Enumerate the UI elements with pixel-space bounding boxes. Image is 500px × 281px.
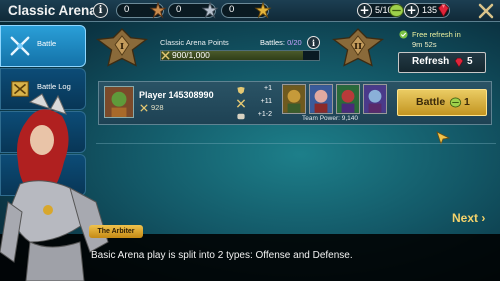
swords-icon	[161, 51, 170, 60]
swords-icon	[236, 99, 246, 108]
current-tier-label: I	[120, 42, 124, 52]
points-value: 900/1,000	[172, 50, 210, 60]
tutorial-text: Basic Arena play is split into 2 types: …	[91, 250, 353, 261]
stat-row-attack: +11	[234, 98, 274, 109]
gem-icon	[437, 4, 450, 18]
refresh-button[interactable]: Refresh 5	[398, 52, 486, 73]
shield-icon	[237, 86, 245, 95]
next-tier-badge: II	[332, 28, 384, 67]
hero-portrait-2[interactable]	[309, 84, 333, 114]
add-energy-button[interactable]: +	[404, 3, 419, 18]
bronze-token-counter: 0	[116, 1, 167, 19]
hero-portrait-4[interactable]	[363, 84, 387, 114]
energy-counter: + 135	[404, 3, 450, 18]
stat-row-defense: +1	[234, 85, 274, 96]
team-power: Team Power: 9,140	[302, 115, 359, 122]
refresh-cost: 5	[467, 56, 473, 67]
points-label: Classic Arena Points	[160, 38, 229, 47]
power-icon	[140, 104, 148, 112]
battle-cost: 1	[464, 96, 470, 108]
gold-medal-icon	[254, 1, 272, 19]
divider	[96, 143, 496, 144]
hero-portrait-3[interactable]	[336, 84, 360, 114]
speaker-label: The Arbiter	[89, 225, 143, 238]
arena-tokens-counter: + 5/10	[357, 3, 404, 18]
gold-token-counter: 0	[221, 1, 272, 19]
stat-row-scroll: +1-2	[234, 111, 274, 122]
current-tier-badge: I	[96, 28, 148, 67]
next-tier-label: II	[354, 42, 362, 52]
add-arena-tokens-button[interactable]: +	[357, 3, 372, 18]
battle-button-label: Battle	[416, 96, 446, 108]
battles-counter: Battles: 0/20	[260, 38, 302, 47]
hero-portrait-1[interactable]	[282, 84, 306, 114]
info-button[interactable]: i	[93, 3, 108, 18]
refresh-check-icon	[399, 30, 408, 39]
bronze-medal-icon	[149, 1, 167, 19]
battle-button[interactable]: Battle 1	[397, 89, 487, 116]
battles-info-button[interactable]: i	[307, 36, 320, 49]
refresh-timer: Free refresh in 9m 52s	[412, 30, 461, 50]
silver-token-counter: 0	[168, 1, 219, 19]
arena-token-icon	[449, 97, 462, 108]
battles-label: Battles:	[260, 38, 286, 47]
gem-icon	[454, 57, 464, 68]
bronze-token-value: 0	[124, 4, 130, 15]
silver-token-value: 0	[176, 4, 182, 15]
stat-scroll-value: +1-2	[257, 111, 272, 118]
crossed-swords-icon	[10, 36, 30, 56]
next-button[interactable]: Next ›	[452, 211, 485, 225]
scroll-icon	[237, 113, 245, 120]
stat-attack-value: +11	[260, 98, 272, 105]
opponent-power: 928	[151, 103, 164, 112]
tab-battle-log-label: Battle Log	[37, 82, 71, 91]
refresh-note-line1: Free refresh in	[412, 30, 461, 39]
silver-medal-icon	[201, 1, 219, 19]
opponent-name: Player 145308990	[139, 90, 214, 100]
stat-defense-value: +1	[264, 85, 272, 92]
close-icon[interactable]	[476, 1, 496, 21]
tab-battle-label: Battle	[37, 39, 57, 48]
gold-token-value: 0	[229, 4, 235, 15]
battles-value: 0/20	[287, 38, 302, 47]
refresh-note-line2: 9m 52s	[412, 40, 437, 49]
page-title: Classic Arena	[8, 3, 97, 18]
tab-battle[interactable]: Battle	[0, 25, 86, 67]
arena-token-icon	[389, 4, 404, 17]
refresh-button-label: Refresh	[412, 56, 450, 67]
